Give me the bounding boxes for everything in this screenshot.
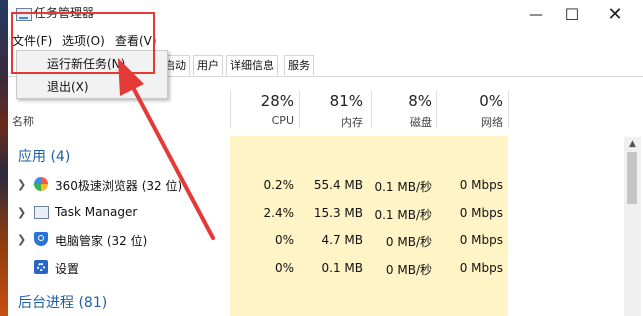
task-manager-window: 任务管理器 — ☐ ✕ 文件(F) 选项(O) 查看(V) 启动 用户 详细信息… (8, 0, 643, 316)
desktop-edge (0, 0, 8, 316)
annotation-arrow (118, 58, 215, 240)
